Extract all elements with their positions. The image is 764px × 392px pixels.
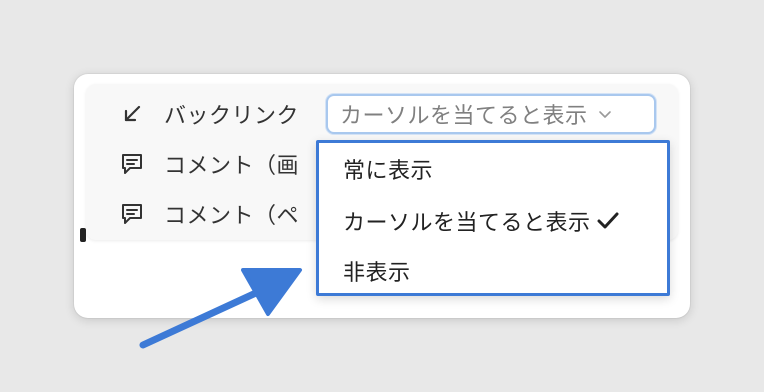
background-fragment: [80, 228, 86, 242]
arrow-down-left-icon: [118, 100, 146, 128]
menu-item-hide[interactable]: 非表示: [343, 253, 643, 289]
backlinks-select-value: カーソルを当てると表示: [340, 104, 588, 129]
comments-side-label: コメント（ペ: [164, 204, 300, 229]
menu-item-label: 非表示: [343, 261, 411, 286]
checkmark-icon: [597, 212, 619, 230]
backlinks-select[interactable]: カーソルを当てると表示: [326, 94, 656, 134]
backlinks-label: バックリンク: [164, 104, 300, 129]
background-card: [82, 246, 318, 316]
menu-item-label: 常に表示: [343, 159, 434, 184]
visibility-dropdown-menu: 常に表示 カーソルを当てると表示 非表示: [316, 140, 670, 296]
chevron-down-icon: [598, 109, 612, 119]
comments-side-row: コメント（ペ: [118, 194, 314, 234]
backlinks-row: バックリンク: [118, 94, 338, 134]
menu-item-label: カーソルを当てると表示: [343, 211, 591, 236]
comments-top-label: コメント（画: [164, 154, 300, 179]
comment-icon: [118, 150, 146, 178]
menu-item-show-on-hover[interactable]: カーソルを当てると表示: [343, 203, 643, 239]
comment-icon: [118, 200, 146, 228]
comments-top-row: コメント（画: [118, 144, 314, 184]
menu-item-always-show[interactable]: 常に表示: [343, 151, 643, 187]
